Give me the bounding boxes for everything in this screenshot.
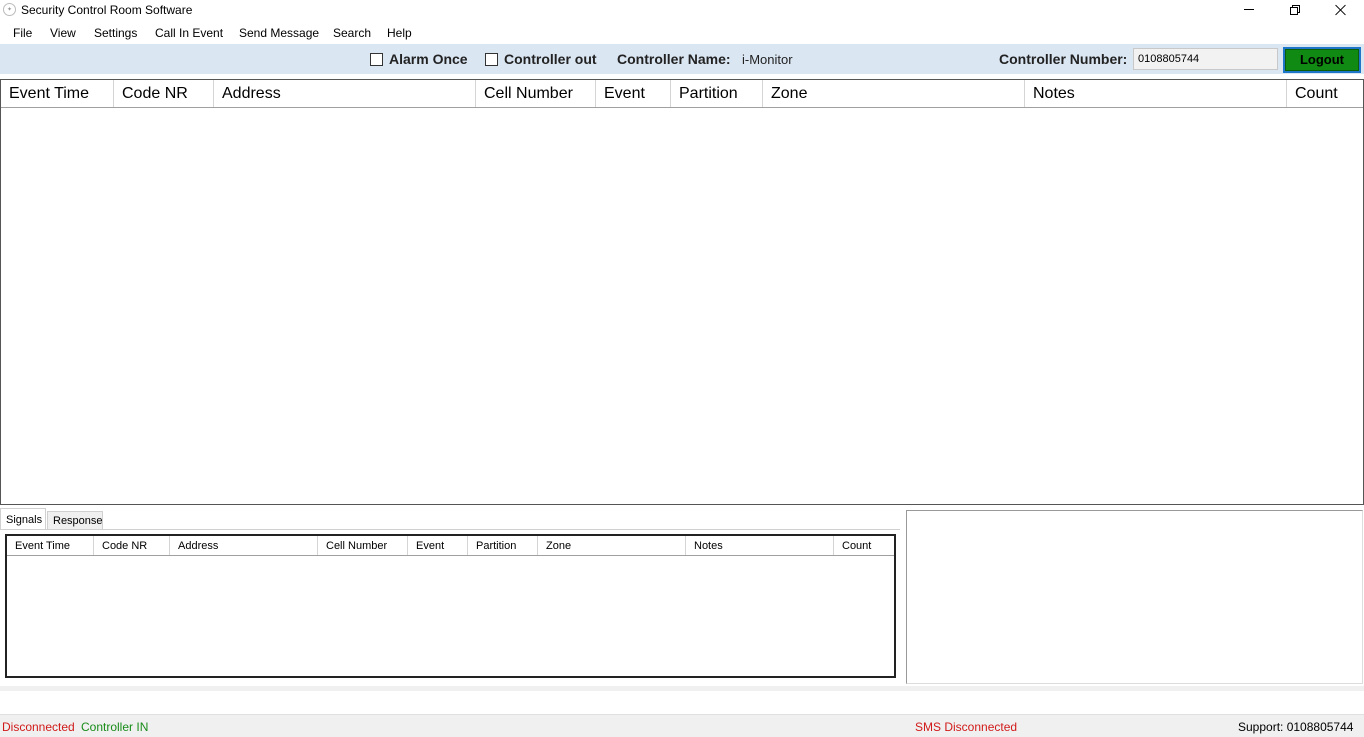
controller-name-value: i-Monitor — [742, 52, 793, 67]
alarm-once-checkbox[interactable] — [370, 53, 383, 66]
close-icon — [1335, 4, 1347, 16]
column-header-code-nr[interactable]: Code NR — [114, 80, 214, 107]
separator — [0, 686, 1364, 691]
column-header-event[interactable]: Event — [596, 80, 671, 107]
close-button[interactable] — [1318, 0, 1364, 20]
detail-panel[interactable] — [906, 510, 1363, 684]
controller-out-label[interactable]: Controller out — [504, 51, 597, 67]
logout-button[interactable]: Logout — [1283, 47, 1361, 73]
signals-column-zone[interactable]: Zone — [538, 536, 686, 555]
column-header-zone[interactable]: Zone — [763, 80, 1025, 107]
controller-number-field[interactable] — [1133, 48, 1278, 70]
app-logo-icon: ✦ — [3, 3, 16, 16]
minimize-icon — [1244, 8, 1254, 10]
status-bar: Disconnected Controller IN SMS Disconnec… — [0, 714, 1364, 737]
restore-icon — [1290, 5, 1300, 15]
signals-column-event-time[interactable]: Event Time — [7, 536, 94, 555]
column-header-notes[interactable]: Notes — [1025, 80, 1287, 107]
tab-response[interactable]: Response — [47, 511, 103, 530]
menu-call-in-event[interactable]: Call In Event — [155, 26, 223, 40]
controller-number-label: Controller Number: — [999, 51, 1128, 67]
title-bar: ✦ Security Control Room Software — [0, 0, 1364, 20]
alarm-once-label[interactable]: Alarm Once — [389, 51, 468, 67]
connection-status: Disconnected — [2, 720, 75, 734]
controller-toolbar: Alarm Once Controller out Controller Nam… — [0, 44, 1364, 74]
event-grid[interactable]: Event Time Code NR Address Cell Number E… — [0, 79, 1364, 505]
signals-column-address[interactable]: Address — [170, 536, 318, 555]
restore-button[interactable] — [1272, 0, 1318, 20]
menu-view[interactable]: View — [50, 26, 76, 40]
controller-out-checkbox[interactable] — [485, 53, 498, 66]
column-header-cell-number[interactable]: Cell Number — [476, 80, 596, 107]
menu-settings[interactable]: Settings — [94, 26, 137, 40]
menu-help[interactable]: Help — [387, 26, 412, 40]
controller-status: Controller IN — [81, 720, 149, 734]
column-header-partition[interactable]: Partition — [671, 80, 763, 107]
signals-grid-header: Event Time Code NR Address Cell Number E… — [7, 536, 894, 556]
signals-column-event[interactable]: Event — [408, 536, 468, 555]
controller-name-label: Controller Name: — [617, 51, 731, 67]
tab-signals[interactable]: Signals — [0, 508, 46, 530]
support-number: Support: 0108805744 — [1238, 720, 1354, 734]
signals-column-partition[interactable]: Partition — [468, 536, 538, 555]
menu-search[interactable]: Search — [333, 26, 371, 40]
signals-column-notes[interactable]: Notes — [686, 536, 834, 555]
menu-bar: File View Settings Call In Event Send Me… — [0, 22, 1364, 43]
signals-column-code-nr[interactable]: Code NR — [94, 536, 170, 555]
signals-grid[interactable]: Event Time Code NR Address Cell Number E… — [5, 534, 896, 678]
column-header-count[interactable]: Count — [1287, 80, 1363, 107]
signals-column-count[interactable]: Count — [834, 536, 894, 555]
menu-file[interactable]: File — [13, 26, 32, 40]
minimize-button[interactable] — [1226, 0, 1272, 20]
signals-column-cell-number[interactable]: Cell Number — [318, 536, 408, 555]
menu-send-message[interactable]: Send Message — [239, 26, 319, 40]
event-grid-header: Event Time Code NR Address Cell Number E… — [1, 80, 1363, 108]
column-header-address[interactable]: Address — [214, 80, 476, 107]
window-title: Security Control Room Software — [21, 3, 193, 17]
column-header-event-time[interactable]: Event Time — [1, 80, 114, 107]
sms-status: SMS Disconnected — [915, 720, 1018, 734]
